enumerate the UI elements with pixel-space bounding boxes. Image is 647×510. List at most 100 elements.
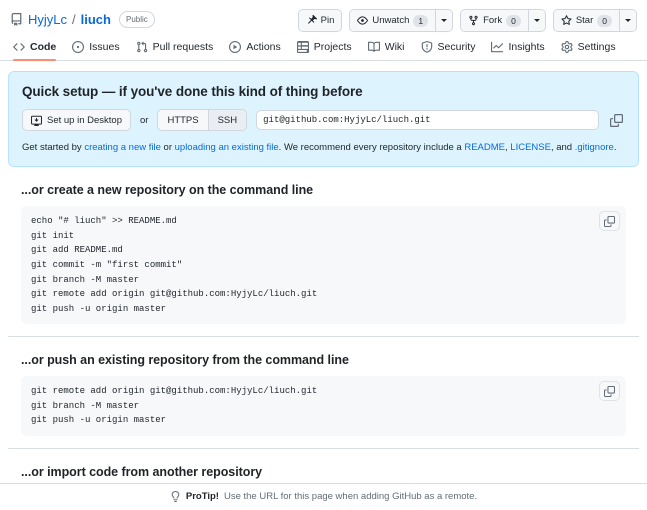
- fork-button[interactable]: Fork 0: [461, 10, 528, 31]
- repo-title: HyjyLc / liuch Public: [10, 8, 155, 28]
- pin-icon: [306, 15, 317, 26]
- table-icon: [296, 41, 309, 53]
- create-new-file-link[interactable]: creating a new file: [84, 142, 161, 153]
- clone-url-input[interactable]: git@github.com:HyjyLc/liuch.git: [256, 110, 599, 130]
- watch-count: 1: [413, 14, 429, 27]
- code-line: git add README.md: [31, 245, 123, 256]
- copy-code-button[interactable]: [599, 381, 620, 402]
- gitignore-link[interactable]: .gitignore: [575, 142, 614, 153]
- pin-label: Pin: [320, 15, 335, 26]
- copy-icon: [604, 215, 615, 227]
- clone-row: Set up in Desktop or HTTPS SSH git@githu…: [22, 109, 625, 131]
- unwatch-button[interactable]: Unwatch 1: [350, 10, 436, 31]
- tab-actions[interactable]: Actions: [222, 38, 287, 60]
- protocol-ssh-button[interactable]: SSH: [207, 110, 247, 130]
- github-repo-setup-page: HyjyLc / liuch Public Pin Unwatch 1 Fork…: [0, 0, 647, 510]
- copy-icon: [610, 113, 623, 127]
- tab-label: Settings: [577, 41, 616, 53]
- get-started-mid3: , and: [550, 142, 575, 153]
- chevron-down-icon: [625, 19, 631, 22]
- import-code-title: ...or import code from another repositor…: [21, 465, 263, 480]
- graph-icon: [491, 41, 504, 53]
- repo-separator: /: [72, 12, 76, 27]
- code-line: git push -u origin master: [31, 415, 167, 426]
- book-icon: [367, 41, 380, 53]
- code-line: echo "# liuch" >> README.md: [31, 216, 177, 227]
- git-pull-request-icon: [136, 41, 148, 53]
- unwatch-label: Unwatch: [372, 15, 410, 26]
- fork-dropdown-button[interactable]: [527, 10, 545, 31]
- tab-projects[interactable]: Projects: [290, 38, 359, 60]
- tab-issues[interactable]: Issues: [65, 38, 126, 60]
- create-new-repo-title: ...or create a new repository on the com…: [21, 183, 314, 198]
- code-line: git branch -M master: [31, 400, 140, 411]
- tab-label: Actions: [246, 41, 281, 53]
- protocol-https-button[interactable]: HTTPS: [158, 110, 208, 130]
- visibility-badge: Public: [118, 11, 155, 28]
- tab-label: Issues: [89, 41, 120, 53]
- copy-code-button[interactable]: [599, 211, 620, 232]
- set-up-in-desktop-button[interactable]: Set up in Desktop: [22, 109, 131, 131]
- code-icon: [13, 41, 25, 53]
- license-link[interactable]: LICENSE: [510, 142, 551, 153]
- pin-button[interactable]: Pin: [298, 10, 342, 31]
- quick-setup-panel: Quick setup — if you've done this kind o…: [8, 71, 639, 168]
- fork-icon: [468, 15, 479, 26]
- repo-owner-link[interactable]: HyjyLc: [28, 13, 67, 26]
- push-existing-repo-section: ...or push an existing repository from t…: [8, 337, 639, 450]
- copy-icon: [604, 385, 615, 397]
- tab-label: Wiki: [384, 41, 405, 53]
- chevron-down-icon: [441, 19, 448, 22]
- chevron-down-icon: [533, 19, 540, 22]
- push-existing-repo-title: ...or push an existing repository from t…: [21, 353, 349, 368]
- protip-text: Use the URL for this page when adding Gi…: [223, 491, 478, 502]
- code-line: git remote add origin git@github.com:Hyj…: [31, 386, 318, 397]
- code-line: git commit -m "first commit": [31, 259, 183, 270]
- set-up-in-desktop-label: Set up in Desktop: [47, 114, 122, 126]
- star-icon: [561, 15, 572, 26]
- get-started-suffix: .: [613, 142, 617, 153]
- shield-icon: [421, 41, 433, 53]
- repo-name-link[interactable]: liuch: [81, 13, 111, 26]
- pin-button-group[interactable]: Pin: [297, 9, 343, 32]
- tab-security[interactable]: Security: [414, 38, 483, 60]
- import-code-section: ...or import code from another repositor…: [8, 449, 639, 483]
- fork-button-group[interactable]: Fork 0: [460, 9, 546, 32]
- tab-wiki[interactable]: Wiki: [361, 38, 412, 60]
- star-button[interactable]: Star 0: [553, 10, 619, 31]
- tab-pull-requests[interactable]: Pull requests: [129, 38, 221, 60]
- repo-nav-tabs: Code Issues Pull requests Actions Projec…: [0, 32, 647, 61]
- play-icon: [229, 41, 242, 53]
- tab-code[interactable]: Code: [6, 38, 63, 61]
- eye-icon: [357, 15, 369, 26]
- watch-dropdown-button[interactable]: [435, 10, 453, 31]
- tab-label: Insights: [508, 41, 545, 53]
- quick-setup-title: Quick setup — if you've done this kind o…: [22, 84, 363, 99]
- protip-label: ProTip!: [185, 491, 219, 502]
- watch-button-group[interactable]: Unwatch 1: [349, 9, 454, 32]
- upload-existing-file-link[interactable]: uploading an existing file: [175, 142, 279, 153]
- issue-opened-icon: [72, 41, 85, 53]
- repo-icon: [10, 13, 23, 26]
- protocol-toggle-group: HTTPS SSH: [157, 109, 248, 131]
- star-button-group[interactable]: Star 0: [552, 9, 637, 32]
- protip-footer: ProTip! Use the URL for this page when a…: [0, 483, 647, 510]
- tab-label: Pull requests: [152, 41, 214, 53]
- fork-label: Fork: [483, 15, 503, 26]
- readme-link[interactable]: README: [464, 142, 505, 153]
- tab-label: Projects: [313, 41, 352, 53]
- create-new-repo-section: ...or create a new repository on the com…: [8, 167, 639, 338]
- or-label: or: [140, 114, 149, 126]
- desktop-icon: [31, 115, 42, 126]
- code-line: git branch -M master: [31, 274, 140, 285]
- get-started-text: Get started by creating a new file or up…: [22, 141, 625, 155]
- clone-url-value: git@github.com:HyjyLc/liuch.git: [263, 115, 431, 125]
- star-count: 0: [597, 14, 612, 27]
- tab-insights[interactable]: Insights: [484, 38, 551, 60]
- star-dropdown-button[interactable]: [619, 10, 636, 31]
- copy-clone-url-button[interactable]: [608, 112, 625, 129]
- tab-settings[interactable]: Settings: [554, 38, 623, 60]
- lightbulb-icon: [170, 491, 181, 502]
- get-started-prefix: Get started by: [22, 142, 85, 153]
- repo-actions: Pin Unwatch 1 Fork 0 Star 0: [297, 8, 637, 32]
